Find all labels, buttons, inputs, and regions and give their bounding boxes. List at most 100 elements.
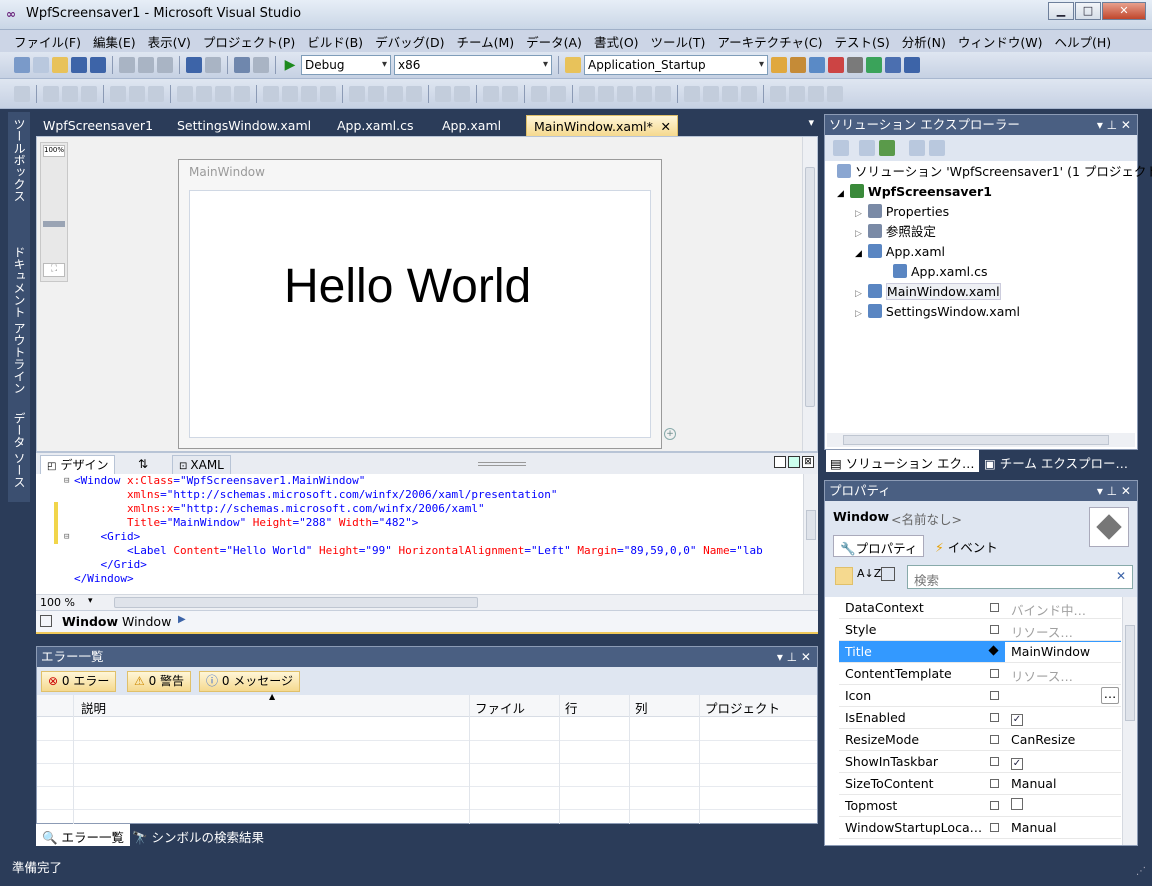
uncomment-icon[interactable]	[598, 85, 614, 102]
prop-row-style[interactable]: Style リソース…	[839, 619, 1121, 641]
close-button[interactable]: ✕	[1102, 2, 1146, 20]
comment-out-icon[interactable]	[722, 85, 738, 102]
splitter-grip[interactable]	[478, 462, 526, 466]
messages-filter-button[interactable]: ⓘ 0 メッセージ	[199, 671, 301, 692]
chevron-right-icon[interactable]: ▶	[178, 614, 186, 625]
remove-vertical-spacing-icon[interactable]	[406, 85, 422, 102]
prop-row-isenabled[interactable]: IsEnabled ✓	[839, 707, 1121, 729]
tab-settingswindow-xaml[interactable]: SettingsWindow.xaml	[170, 115, 318, 136]
tree-item-references[interactable]: ▷ 参照設定	[855, 223, 936, 241]
navigate-forward-icon[interactable]	[253, 57, 269, 73]
prop-row-topmost[interactable]: Topmost	[839, 795, 1121, 817]
browse-icon-button[interactable]: …	[1101, 687, 1119, 704]
vertical-spacing-equal-icon[interactable]	[349, 85, 365, 102]
menu-help[interactable]: ヘルプ(H)	[1048, 32, 1117, 51]
send-to-back-icon[interactable]	[502, 85, 518, 102]
prop-row-windowstartuplocation[interactable]: WindowStartupLoca… Manual	[839, 817, 1121, 839]
solution-explorer-icon[interactable]	[790, 57, 806, 73]
tab-team-explorer[interactable]: ▣ チーム エクスプロー…	[984, 453, 1128, 472]
make-same-width-icon[interactable]	[177, 85, 193, 102]
fit-to-window-icon[interactable]: ⛶	[43, 263, 65, 277]
selected-name[interactable]: <名前なし>	[891, 509, 962, 528]
zoom-dropdown-icon[interactable]: ▾	[88, 596, 93, 606]
tree-item-mainwindow-xaml[interactable]: ▷ MainWindow.xaml	[855, 283, 1001, 301]
solution-hscrollbar[interactable]	[827, 433, 1135, 447]
center-horizontally-icon[interactable]	[435, 85, 451, 102]
categorized-icon[interactable]	[835, 567, 853, 585]
redo-icon[interactable]	[205, 57, 221, 73]
menu-test[interactable]: テスト(S)	[829, 32, 896, 51]
designer-vscrollbar[interactable]	[802, 137, 817, 451]
document-outline-tab[interactable]: ドキュメント アウトライン	[11, 246, 28, 394]
design-tab[interactable]: ◰ デザイン	[40, 455, 116, 475]
align-tops-icon[interactable]	[110, 85, 126, 102]
zoom-thumb[interactable]	[43, 221, 65, 227]
data-sources-tab[interactable]: データ ソース	[11, 412, 28, 488]
col-project[interactable]: プロジェクト	[705, 698, 780, 717]
lock-controls-icon[interactable]	[550, 85, 566, 102]
xaml-tab[interactable]: ⊡ XAML	[172, 455, 231, 475]
tab-app-xaml-cs[interactable]: App.xaml.cs	[330, 115, 420, 136]
tab-solution-explorer[interactable]: ▤ ソリューション エク…	[826, 450, 979, 472]
panel-window-controls[interactable]: ▾ ⊥ ✕	[1097, 481, 1131, 501]
make-same-height-icon[interactable]	[196, 85, 212, 102]
topmost-checkbox[interactable]	[1011, 798, 1023, 810]
toggle-bookmark-icon[interactable]	[770, 85, 786, 102]
menu-tools[interactable]: ツール(T)	[645, 32, 712, 51]
list-members-icon[interactable]	[636, 85, 652, 102]
clear-search-icon[interactable]: ✕	[1116, 569, 1126, 583]
size-to-grid-icon[interactable]	[234, 85, 250, 102]
filter-icon[interactable]	[881, 567, 895, 581]
menu-build[interactable]: ビルド(B)	[301, 32, 369, 51]
increase-horizontal-spacing-icon[interactable]	[282, 85, 298, 102]
zoom-slider[interactable]: 100% ⛶	[40, 142, 68, 282]
open-folder-icon[interactable]	[52, 57, 68, 73]
errors-filter-button[interactable]: ⊗ 0 エラー	[41, 671, 117, 692]
align-to-grid-icon[interactable]	[14, 85, 30, 102]
bring-to-front-icon[interactable]	[483, 85, 499, 102]
tree-solution[interactable]: ソリューション 'WpfScreensaver1' (1 プロジェクト	[837, 163, 1152, 181]
showintaskbar-checkbox[interactable]: ✓	[1011, 758, 1023, 770]
main-window-preview[interactable]: MainWindow Hello World	[178, 159, 662, 449]
align-lefts-icon[interactable]	[43, 85, 59, 102]
outdent-icon[interactable]	[684, 85, 700, 102]
tree-item-properties[interactable]: ▷ Properties	[855, 203, 949, 221]
menu-view[interactable]: 表示(V)	[142, 32, 197, 51]
align-centers-icon[interactable]	[62, 85, 78, 102]
add-item-icon[interactable]	[33, 57, 49, 73]
menu-analyze[interactable]: 分析(N)	[896, 32, 952, 51]
center-vertically-icon[interactable]	[454, 85, 470, 102]
find-in-files-icon[interactable]	[565, 57, 581, 73]
decrease-vertical-spacing-icon[interactable]	[387, 85, 403, 102]
tab-wpfscreensaver1[interactable]: WpfScreensaver1	[36, 115, 160, 136]
resize-handle-icon[interactable]: +	[664, 428, 676, 440]
document-outline-icon[interactable]	[40, 615, 52, 627]
menu-team[interactable]: チーム(M)	[450, 32, 520, 51]
refresh-icon[interactable]	[879, 140, 895, 156]
col-line[interactable]: 行	[565, 698, 578, 717]
align-bottoms-icon[interactable]	[148, 85, 164, 102]
command-window-icon[interactable]	[904, 57, 920, 73]
warnings-filter-button[interactable]: ⚠ 0 警告	[127, 671, 192, 692]
breadcrumb-window-bold[interactable]: Window	[62, 614, 118, 629]
horizontal-spacing-equal-icon[interactable]	[263, 85, 279, 102]
prop-row-icon[interactable]: Icon…	[839, 685, 1121, 707]
prop-row-title[interactable]: Title MainWindow	[839, 641, 1121, 663]
align-rights-icon[interactable]	[81, 85, 97, 102]
view-designer-icon[interactable]	[929, 140, 945, 156]
hello-world-label[interactable]: Hello World	[284, 259, 531, 314]
decrease-horizontal-spacing-icon[interactable]	[301, 85, 317, 102]
clear-bookmarks-icon[interactable]	[827, 85, 843, 102]
tab-mainwindow-xaml[interactable]: MainWindow.xaml* ✕	[526, 115, 678, 136]
save-all-icon[interactable]	[90, 57, 106, 73]
menu-format[interactable]: 書式(O)	[588, 32, 645, 51]
tab-app-xaml[interactable]: App.xaml	[435, 115, 508, 136]
maximize-button[interactable]: □	[1075, 2, 1101, 20]
indent-icon[interactable]	[703, 85, 719, 102]
play-icon[interactable]: ▶	[282, 57, 298, 73]
navigate-back-icon[interactable]	[234, 57, 250, 73]
toolbox-tab[interactable]: ツールボックス	[11, 118, 28, 202]
menu-architecture[interactable]: アーキテクチャ(C)	[711, 32, 828, 51]
prop-row-resizemode[interactable]: ResizeMode CanResize	[839, 729, 1121, 751]
paste-icon[interactable]	[157, 57, 173, 73]
